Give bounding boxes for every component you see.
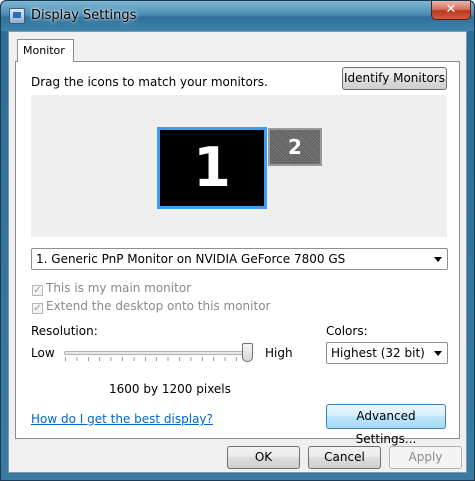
title-bar[interactable]: Display Settings ✕ xyxy=(1,1,474,31)
ok-button[interactable]: OK xyxy=(227,446,300,469)
checkbox-icon: ✓ xyxy=(32,303,43,314)
cancel-button[interactable]: Cancel xyxy=(308,446,381,469)
colors-select[interactable]: Highest (32 bit) xyxy=(326,342,448,364)
dropdown-arrow-icon xyxy=(434,257,442,262)
drag-instruction: Drag the icons to match your monitors. xyxy=(31,75,268,89)
monitor-arrangement-area: 2 1 xyxy=(31,95,447,237)
monitor-1-icon[interactable]: 1 xyxy=(157,127,267,209)
dropdown-arrow-icon xyxy=(434,351,442,356)
display-settings-window: Display Settings ✕ Monitor Drag the icon… xyxy=(0,0,475,481)
window-title: Display Settings xyxy=(31,8,137,23)
checkbox-icon: ✓ xyxy=(32,285,43,296)
main-monitor-label: This is my main monitor xyxy=(46,281,192,295)
resolution-label: Resolution: xyxy=(31,324,98,338)
resolution-slider-track[interactable] xyxy=(64,351,249,355)
resolution-value: 1600 by 1200 pixels xyxy=(109,382,231,396)
colors-select-value: Highest (32 bit) xyxy=(331,346,425,360)
close-icon[interactable]: ✕ xyxy=(431,1,471,20)
monitor-select-value: 1. Generic PnP Monitor on NVIDIA GeForce… xyxy=(36,252,346,266)
dialog-client-area: Monitor Drag the icons to match your mon… xyxy=(8,31,467,473)
apply-button[interactable]: Apply xyxy=(389,446,462,469)
tab-monitor[interactable]: Monitor xyxy=(17,39,74,62)
resolution-low-label: Low xyxy=(31,346,55,360)
identify-monitors-button[interactable]: Identify Monitors xyxy=(342,67,447,90)
advanced-settings-button[interactable]: Advanced Settings... xyxy=(326,404,446,446)
monitor-select[interactable]: 1. Generic PnP Monitor on NVIDIA GeForce… xyxy=(31,248,448,270)
resolution-high-label: High xyxy=(265,346,293,360)
extend-desktop-label: Extend the desktop onto this monitor xyxy=(46,299,271,313)
display-settings-icon xyxy=(9,8,25,24)
resolution-slider-thumb[interactable] xyxy=(242,343,253,362)
colors-label: Colors: xyxy=(326,324,368,338)
extend-desktop-checkbox[interactable]: ✓ Extend the desktop onto this monitor xyxy=(32,299,270,314)
main-monitor-checkbox[interactable]: ✓ This is my main monitor xyxy=(32,281,191,296)
best-display-help-link[interactable]: How do I get the best display? xyxy=(31,412,213,426)
monitor-2-icon[interactable]: 2 xyxy=(268,128,322,166)
resolution-slider-ticks xyxy=(65,357,249,361)
